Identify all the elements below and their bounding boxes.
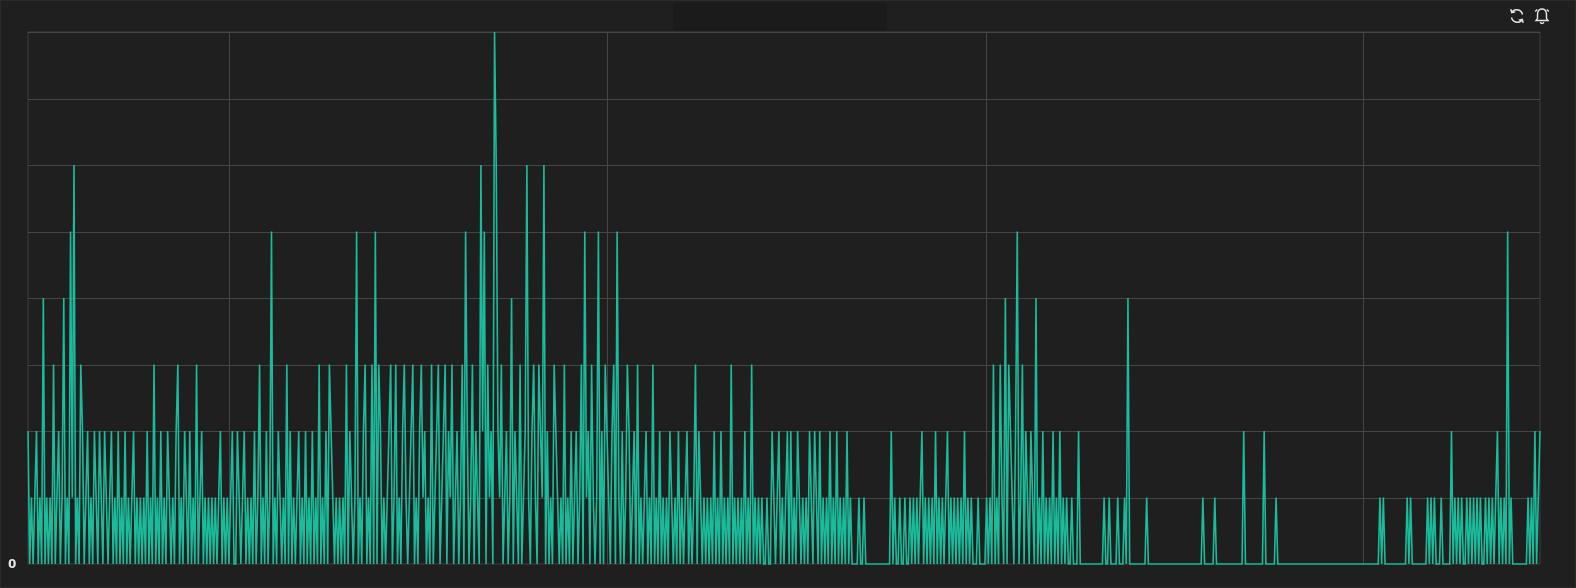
y-axis-zero-label: 0 [8, 557, 17, 571]
alarm-bell-icon[interactable] [1532, 6, 1552, 26]
chart-canvas [27, 31, 1541, 565]
refresh-icon[interactable] [1507, 6, 1527, 26]
panel-title [685, 8, 875, 26]
panel-title-bar[interactable] [673, 3, 887, 31]
chart-panel: 0 [0, 0, 1576, 588]
